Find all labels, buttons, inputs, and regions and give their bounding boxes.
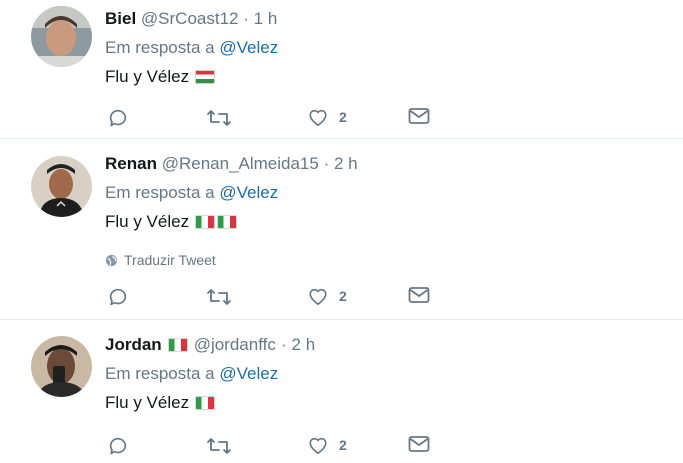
globe-icon <box>105 254 118 266</box>
tweet-text-content: Flu y Vélez <box>105 393 190 412</box>
author-name[interactable]: Renan <box>105 154 157 173</box>
tweet[interactable]: Renan @Renan_Almeida15 · 2 h Em resposta… <box>0 139 683 320</box>
italy-flag-icon <box>167 338 188 352</box>
direct-message-button[interactable] <box>408 107 430 125</box>
retweet-icon <box>207 438 231 454</box>
tweet-text: Flu y Vélez <box>105 67 673 87</box>
direct-message-button[interactable] <box>408 286 430 304</box>
reply-button[interactable] <box>107 286 129 308</box>
avatar[interactable] <box>31 156 92 217</box>
direct-message-button[interactable] <box>408 435 430 453</box>
envelope-icon <box>408 108 430 124</box>
separator: · <box>280 335 287 354</box>
like-button[interactable]: 2 <box>307 286 347 306</box>
author-handle[interactable]: @SrCoast12 <box>141 9 239 28</box>
like-button[interactable]: 2 <box>307 107 347 127</box>
retweet-icon <box>207 289 231 305</box>
reply-icon <box>109 109 127 127</box>
retweet-button[interactable] <box>206 435 232 457</box>
reply-mention-link[interactable]: @Velez <box>219 183 278 202</box>
italy-flag-icon <box>195 215 216 229</box>
timestamp[interactable]: 1 h <box>254 9 278 28</box>
reply-icon <box>109 437 127 455</box>
envelope-icon <box>408 287 430 303</box>
separator: · <box>323 154 330 173</box>
retweet-button[interactable] <box>206 286 232 308</box>
retweet-icon <box>207 110 231 126</box>
reply-context: Em resposta a @Velez <box>105 183 673 203</box>
tweet-text: Flu y Vélez <box>105 393 673 413</box>
envelope-icon <box>408 436 430 452</box>
reply-mention-link[interactable]: @Velez <box>219 38 278 57</box>
author-handle[interactable]: @Renan_Almeida15 <box>162 154 319 173</box>
reply-button[interactable] <box>107 435 129 457</box>
heart-icon <box>309 288 327 305</box>
tweet-text-content: Flu y Vélez <box>105 67 190 86</box>
reply-context: Em resposta a @Velez <box>105 38 673 58</box>
reply-icon <box>109 288 127 306</box>
tweet-text: Flu y Vélez <box>105 212 673 232</box>
avatar[interactable] <box>31 6 92 67</box>
hungary-flag-icon <box>195 70 216 84</box>
author-handle[interactable]: @jordanffc <box>194 335 276 355</box>
italy-flag-icon <box>217 215 238 229</box>
retweet-button[interactable] <box>206 107 232 129</box>
avatar[interactable] <box>31 336 92 397</box>
translate-label: Traduzir Tweet <box>124 252 216 268</box>
reply-prefix: Em resposta a <box>105 183 215 202</box>
like-button[interactable]: 2 <box>307 435 347 455</box>
translate-tweet-link[interactable]: Traduzir Tweet <box>105 252 673 268</box>
author-name[interactable]: Jordan <box>105 335 162 355</box>
reply-context: Em resposta a @Velez <box>105 364 673 384</box>
tweet-text-content: Flu y Vélez <box>105 212 190 231</box>
like-count: 2 <box>339 437 347 453</box>
reply-mention-link[interactable]: @Velez <box>219 364 278 383</box>
timestamp[interactable]: 2 h <box>334 154 358 173</box>
tweet[interactable]: Jordan @jordanffc · 2 h Em resposta a @V… <box>0 320 683 463</box>
timestamp[interactable]: 2 h <box>292 335 316 355</box>
reply-prefix: Em resposta a <box>105 364 215 383</box>
like-count: 2 <box>339 288 347 304</box>
reply-button[interactable] <box>107 107 129 129</box>
reply-prefix: Em resposta a <box>105 38 215 57</box>
tweet[interactable]: Biel @SrCoast12 · 1 h Em resposta a @Vel… <box>0 0 683 139</box>
heart-icon <box>309 109 327 126</box>
heart-icon <box>309 437 327 454</box>
author-name[interactable]: Biel <box>105 9 136 28</box>
italy-flag-icon <box>195 396 216 410</box>
like-count: 2 <box>339 109 347 125</box>
separator: · <box>243 9 249 28</box>
